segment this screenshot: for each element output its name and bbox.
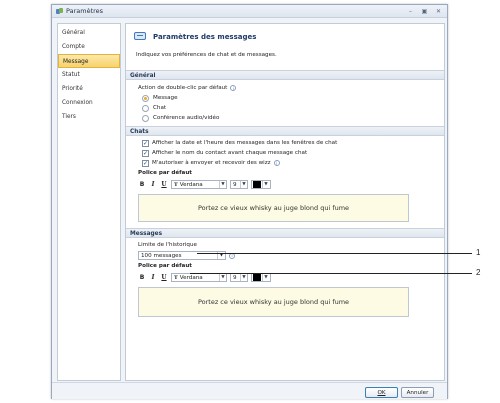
callout-number-1: 1 xyxy=(476,248,481,257)
radio-label: Message xyxy=(153,95,178,101)
color-swatch xyxy=(253,181,261,188)
sidebar-item-general[interactable]: Général xyxy=(58,26,120,40)
section-chats-heading: Chats xyxy=(126,126,444,136)
italic-button[interactable]: I xyxy=(149,273,157,282)
check-row-wizz[interactable]: ✓ M'autoriser à envoyer et recevoir des … xyxy=(126,158,444,168)
window-title: Paramètres xyxy=(66,7,104,15)
color-swatch xyxy=(253,274,261,281)
close-icon[interactable]: ✕ xyxy=(434,7,443,15)
history-limit-label: Limite de l'historique xyxy=(138,242,197,248)
callout-number-2: 2 xyxy=(476,268,481,277)
intro-text: Indiquez vos préférences de chat et de m… xyxy=(136,52,277,58)
chevron-down-icon: ▼ xyxy=(262,181,269,188)
radio-row-message[interactable]: Message xyxy=(126,93,444,103)
checkbox-wizz[interactable]: ✓ xyxy=(142,159,149,167)
radio-label: Conférence audio/vidéo xyxy=(153,115,220,121)
radio-label: Chat xyxy=(153,105,167,111)
chats-font-toolbar: B I U T Verdana ▼ 9 ▼ ▼ xyxy=(138,179,444,190)
chats-font-label: Police par défaut xyxy=(138,170,192,176)
radio-row-conference[interactable]: Conférence audio/vidéo xyxy=(126,113,444,123)
ok-button[interactable]: OK xyxy=(365,387,398,398)
check-row-datetime[interactable]: ✓ Afficher la date et l'heure des messag… xyxy=(126,138,444,148)
messages-font-preview: Portez ce vieux whisky au juge blond qui… xyxy=(138,287,409,317)
bold-button[interactable]: B xyxy=(138,273,146,282)
radio-conference[interactable] xyxy=(142,114,149,122)
checkbox-label: Afficher la date et l'heure des messages… xyxy=(152,140,338,146)
sidebar-item-message[interactable]: Message xyxy=(58,54,120,68)
sidebar-item-account[interactable]: Compte xyxy=(58,40,120,54)
double-click-label: Action de double-clic par défaut xyxy=(138,85,228,91)
sidebar-item-connection[interactable]: Connexion xyxy=(58,96,120,110)
minimize-icon[interactable]: – xyxy=(406,7,415,15)
settings-sidebar: Général Compte Message Statut Priorité C… xyxy=(57,23,121,381)
window-controls: – ▣ ✕ xyxy=(406,7,447,15)
checkbox-label: Afficher le nom du contact avant chaque … xyxy=(152,150,308,156)
chats-font-preview: Portez ce vieux whisky au juge blond qui… xyxy=(138,194,409,222)
settings-panel: Paramètres des messages Indiquez vos pré… xyxy=(125,23,445,381)
font-size-select[interactable]: 9 ▼ xyxy=(230,273,248,282)
chevron-down-icon: ▼ xyxy=(240,181,247,188)
panel-header: Paramètres des messages xyxy=(126,24,444,50)
radio-row-chat[interactable]: Chat xyxy=(126,103,444,113)
settings-window: Paramètres – ▣ ✕ Général Compte Message … xyxy=(51,4,448,399)
info-icon[interactable]: i xyxy=(230,85,237,91)
radio-chat[interactable] xyxy=(142,104,149,112)
callout-line-1 xyxy=(197,253,472,254)
underline-button[interactable]: U xyxy=(160,180,168,189)
font-face-select[interactable]: T Verdana ▼ xyxy=(171,180,227,189)
double-click-row: Action de double-clic par défaut i xyxy=(126,83,444,93)
title-bar: Paramètres – ▣ ✕ xyxy=(52,5,447,18)
checkbox-label: M'autoriser à envoyer et recevoir des wi… xyxy=(152,160,271,166)
app-icon xyxy=(56,7,63,15)
chevron-down-icon: ▼ xyxy=(219,181,226,188)
checkbox-datetime[interactable]: ✓ xyxy=(142,139,149,147)
page-title: Paramètres des messages xyxy=(153,33,257,41)
sidebar-item-priority[interactable]: Priorité xyxy=(58,82,120,96)
dialog-footer: OK Annuler xyxy=(52,382,447,399)
italic-button[interactable]: I xyxy=(149,180,157,189)
checkbox-contact-name[interactable]: ✓ xyxy=(142,149,149,157)
sidebar-item-status[interactable]: Statut xyxy=(58,68,120,82)
chevron-down-icon: ▼ xyxy=(240,274,247,281)
bold-button[interactable]: B xyxy=(138,180,146,189)
underline-button[interactable]: U xyxy=(160,273,168,282)
callout-line-2 xyxy=(190,273,472,274)
chevron-down-icon: ▼ xyxy=(219,274,226,281)
font-size-select[interactable]: 9 ▼ xyxy=(230,180,248,189)
section-general-heading: Général xyxy=(126,70,444,80)
font-face-select[interactable]: T Verdana ▼ xyxy=(171,273,227,282)
maximize-icon[interactable]: ▣ xyxy=(420,7,429,15)
font-color-picker[interactable]: ▼ xyxy=(251,273,271,282)
font-color-picker[interactable]: ▼ xyxy=(251,180,271,189)
history-limit-row: 100 messages ▼ i xyxy=(138,250,444,261)
chevron-down-icon: ▼ xyxy=(262,274,269,281)
sidebar-item-third-party[interactable]: Tiers xyxy=(58,110,120,124)
section-messages-heading: Messages xyxy=(126,228,444,238)
messages-font-label: Police par défaut xyxy=(138,263,192,269)
radio-message[interactable] xyxy=(142,94,149,102)
cancel-button[interactable]: Annuler xyxy=(401,387,434,398)
chat-bubble-icon xyxy=(133,31,148,43)
check-row-contact-name[interactable]: ✓ Afficher le nom du contact avant chaqu… xyxy=(126,148,444,158)
info-icon[interactable]: i xyxy=(273,160,280,166)
